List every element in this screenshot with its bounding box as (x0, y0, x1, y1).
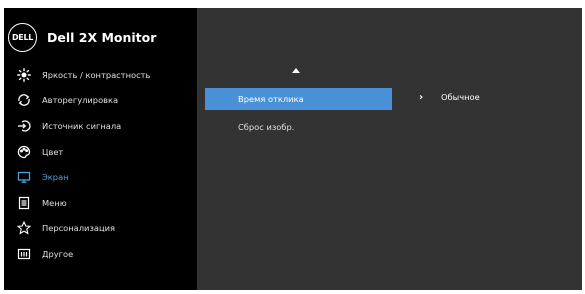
menu-label: Источник сигнала (42, 120, 122, 131)
osd-window: DELL Dell 2X Monitor Яркость / контрастн… (4, 8, 582, 290)
menu-label: Персонализация (42, 223, 115, 234)
menu-item-color[interactable]: Цвет (4, 139, 197, 165)
product-title: Dell 2X Monitor (47, 29, 157, 45)
osd-sidebar: DELL Dell 2X Monitor Яркость / контрастн… (4, 8, 197, 290)
osd-header: DELL Dell 2X Monitor (8, 22, 156, 52)
option-image-reset[interactable]: Сброс изобр. (205, 116, 392, 138)
menu-label: Экран (42, 172, 69, 183)
scroll-up-arrow-icon[interactable] (292, 68, 300, 73)
auto-adjust-icon (16, 92, 32, 108)
submenu-panel: Время отклика › Обычное Сброс изобр. (197, 8, 582, 290)
menu-item-personalize[interactable]: Персонализация (4, 216, 197, 242)
other-icon (16, 246, 32, 262)
menu-item-display[interactable]: Экран (4, 164, 197, 190)
menu-label: Меню (42, 197, 67, 208)
main-menu: Яркость / контрастность Авторегулировка (4, 62, 197, 267)
chevron-right-icon: › (419, 92, 424, 103)
menu-label: Цвет (42, 146, 64, 157)
display-icon (16, 169, 32, 185)
menu-icon (16, 195, 32, 211)
menu-label: Авторегулировка (42, 95, 119, 106)
option-response-time[interactable]: Время отклика (205, 88, 392, 110)
color-palette-icon (16, 144, 32, 160)
response-time-value: Обычное (441, 92, 480, 102)
option-label: Время отклика (238, 94, 304, 104)
menu-item-auto-adjust[interactable]: Авторегулировка (4, 88, 197, 114)
menu-item-input-source[interactable]: Источник сигнала (4, 113, 197, 139)
menu-item-brightness[interactable]: Яркость / контрастность (4, 62, 197, 88)
dell-logo: DELL (8, 22, 37, 52)
option-label: Сброс изобр. (238, 122, 295, 132)
menu-label: Другое (42, 248, 74, 259)
input-source-icon (16, 118, 32, 134)
star-icon (16, 220, 32, 236)
menu-item-menu[interactable]: Меню (4, 190, 197, 216)
brightness-icon (16, 67, 32, 83)
menu-label: Яркость / контрастность (42, 69, 151, 80)
menu-item-other[interactable]: Другое (4, 241, 197, 267)
